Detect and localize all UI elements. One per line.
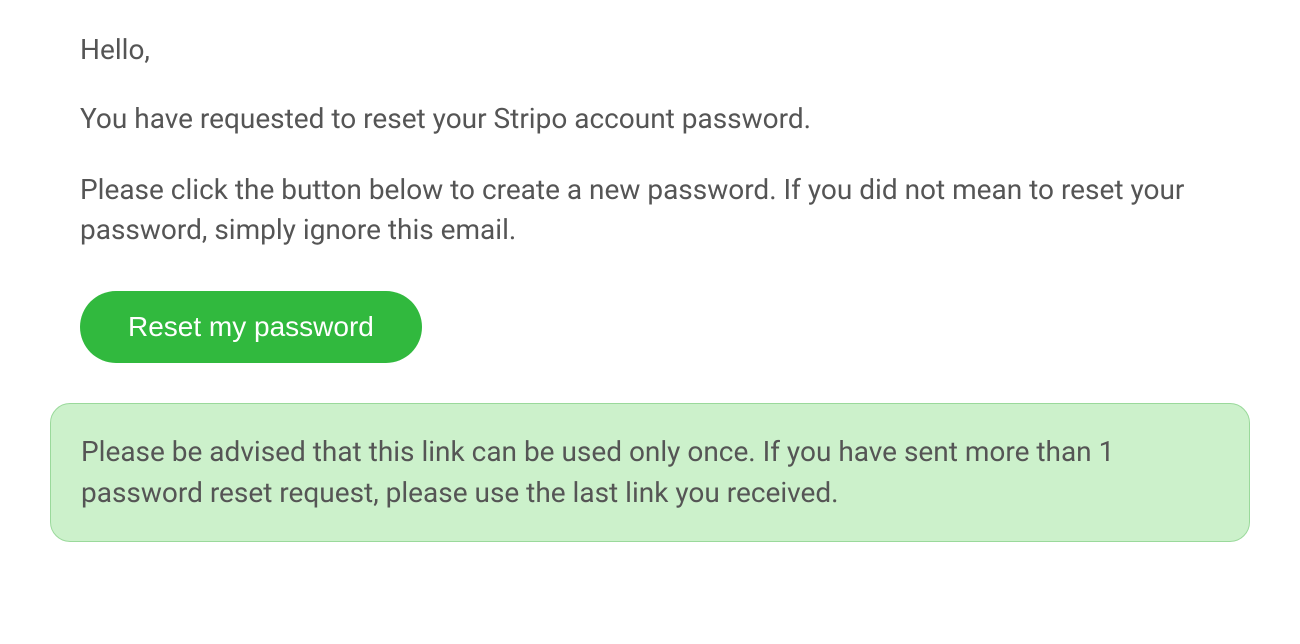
reset-password-button[interactable]: Reset my password [80, 291, 422, 363]
advisory-text: Please be advised that this link can be … [81, 432, 1219, 513]
intro-text: You have requested to reset your Stripo … [80, 99, 1220, 140]
advisory-box: Please be advised that this link can be … [50, 403, 1250, 542]
greeting-text: Hello, [80, 30, 1220, 69]
instruction-text: Please click the button below to create … [80, 170, 1220, 251]
email-body: Hello, You have requested to reset your … [80, 30, 1220, 542]
